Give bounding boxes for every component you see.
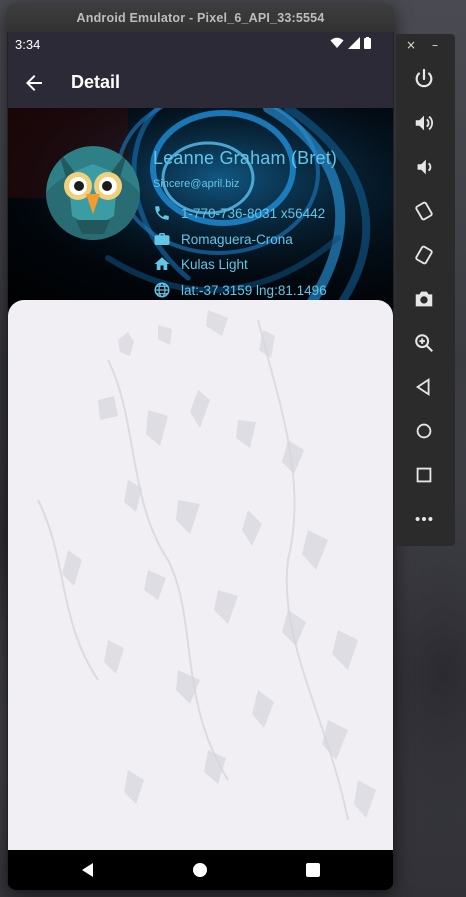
more-icon[interactable] [410,505,438,533]
phone-row[interactable]: 1-770-736-8031 x56442 [153,204,325,222]
window-title: Android Emulator - Pixel_6_API_33:5554 [7,4,394,32]
system-nav-bar [8,850,393,890]
nav-home-icon[interactable] [190,860,210,880]
page-title: Detail [71,72,121,92]
status-icons [330,37,371,49]
back-icon[interactable] [410,373,438,401]
street-row: Kulas Light [153,255,248,273]
minimize-icon[interactable]: – [432,38,438,52]
zoom-icon[interactable] [410,329,438,357]
avatar [46,146,140,240]
rotate-right-icon[interactable] [410,241,438,269]
signal-icon [348,37,360,49]
nav-recents-icon[interactable] [303,860,323,880]
back-arrow-icon[interactable] [22,71,46,95]
wifi-icon [330,37,344,48]
app-bar: Detail [8,58,393,108]
emulator-window: Android Emulator - Pixel_6_API_33:5554 3… [7,4,394,890]
map-terrain [37,310,376,821]
map-sheet[interactable] [8,300,393,850]
profile-name: Leanne Graham (Bret) [153,148,338,168]
toolbar-window-controls: × – [396,34,455,56]
profile-email[interactable]: Sincere@april.biz [153,178,239,190]
geo-row[interactable]: lat:-37.3159 lng:81.1496 [153,281,327,299]
profile-header: Leanne Graham (Bret) Sincere@april.biz 1… [8,108,393,308]
company-row: Romaguera-Crona [153,230,293,248]
rotate-left-icon[interactable] [410,197,438,225]
nav-back-icon[interactable] [79,860,99,880]
battery-icon [364,37,371,49]
profile-company: Romaguera-Crona [181,231,293,247]
briefcase-icon [154,233,170,245]
close-icon[interactable]: × [406,38,416,52]
home-icon [154,257,170,270]
profile-street: Kulas Light [181,256,248,272]
volume-down-icon[interactable] [410,153,438,181]
volume-up-icon[interactable] [410,109,438,137]
owl-avatar-icon [46,146,140,240]
profile-phone: 1-770-736-8031 x56442 [181,205,326,221]
emulator-toolbar: × – [396,34,455,546]
phone-icon [155,206,169,220]
profile-geo: lat:-37.3159 lng:81.1496 [181,282,327,298]
phone-screen: 3:34 Detail Leanne Graham (Bret) Sincere… [8,32,393,890]
home-circle-icon[interactable] [410,417,438,445]
overview-icon[interactable] [410,461,438,489]
status-bar: 3:34 [8,32,393,58]
status-time: 3:34 [15,37,41,52]
camera-icon[interactable] [410,285,438,313]
power-icon[interactable] [410,65,438,93]
globe-icon [154,282,170,298]
